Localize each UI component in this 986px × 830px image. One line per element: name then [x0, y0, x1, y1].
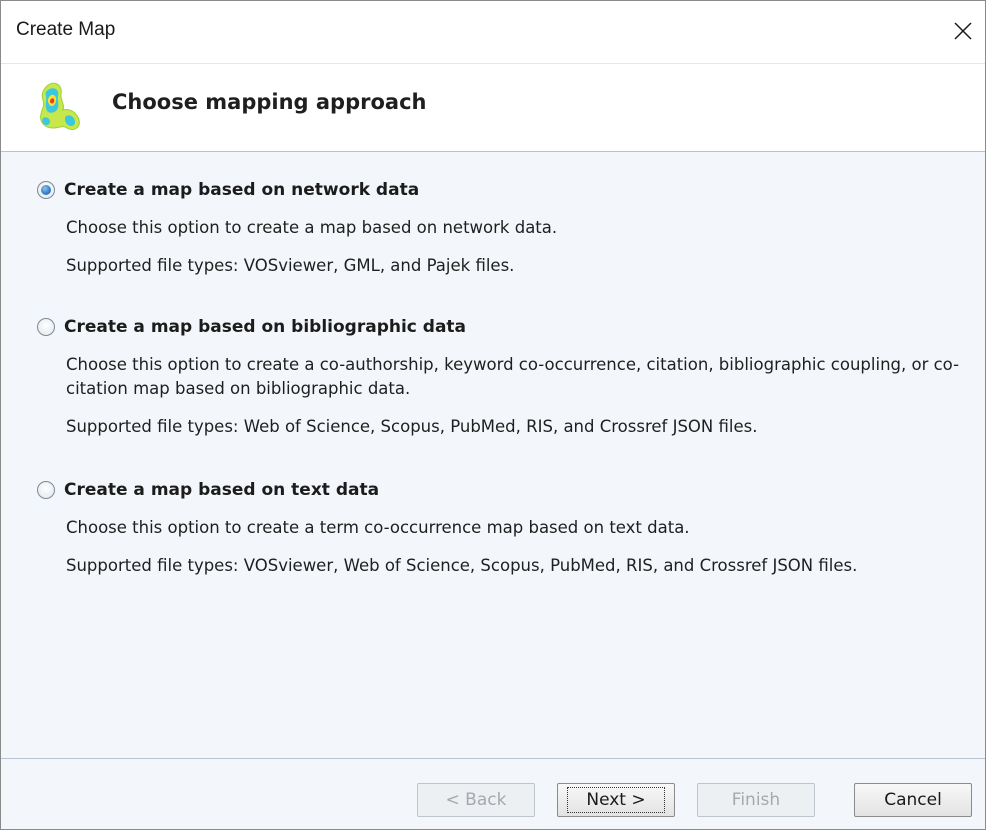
back-button[interactable]: < Back [417, 783, 535, 817]
option-file-types: Supported file types: Web of Science, Sc… [66, 417, 758, 436]
option-label: Create a map based on bibliographic data [64, 317, 467, 337]
create-map-dialog: Create Map Choose mapping approach Creat… [0, 0, 986, 830]
next-button-label: Next > [567, 787, 665, 813]
back-button-label: < Back [445, 790, 507, 810]
radio-button-selected[interactable] [37, 181, 55, 199]
radio-bibliographic-data[interactable]: Create a map based on bibliographic data [37, 315, 967, 339]
close-button[interactable] [945, 11, 981, 51]
cancel-button[interactable]: Cancel [854, 783, 972, 817]
option-bibliographic: Create a map based on bibliographic data… [37, 315, 967, 439]
options-panel: Create a map based on network data Choos… [1, 152, 985, 757]
window-title: Create Map [16, 19, 116, 40]
density-map-icon [40, 82, 80, 131]
option-label: Create a map based on network data [64, 180, 420, 200]
radio-network-data[interactable]: Create a map based on network data [37, 178, 967, 202]
page-title: Choose mapping approach [112, 90, 427, 114]
option-file-types: Supported file types: VOSviewer, Web of … [66, 556, 858, 575]
title-bar: Create Map [1, 1, 985, 63]
option-description: Choose this option to create a co-author… [66, 355, 960, 398]
finish-button[interactable]: Finish [697, 783, 815, 817]
finish-button-label: Finish [731, 790, 781, 810]
wizard-header: Choose mapping approach [1, 63, 985, 152]
close-icon [954, 22, 972, 40]
option-text: Create a map based on text data Choose t… [37, 478, 967, 578]
option-file-types: Supported file types: VOSviewer, GML, an… [66, 256, 515, 275]
next-button[interactable]: Next > [557, 783, 675, 817]
radio-selected-dot [41, 185, 51, 195]
radio-text-data[interactable]: Create a map based on text data [37, 478, 967, 502]
radio-button[interactable] [37, 318, 55, 336]
option-label: Create a map based on text data [64, 480, 380, 500]
radio-button[interactable] [37, 481, 55, 499]
option-network: Create a map based on network data Choos… [37, 178, 967, 278]
option-description: Choose this option to create a map based… [66, 218, 558, 237]
cancel-button-label: Cancel [884, 790, 942, 810]
button-bar: < Back Next > Finish Cancel [1, 759, 985, 829]
option-description: Choose this option to create a term co-o… [66, 518, 690, 537]
